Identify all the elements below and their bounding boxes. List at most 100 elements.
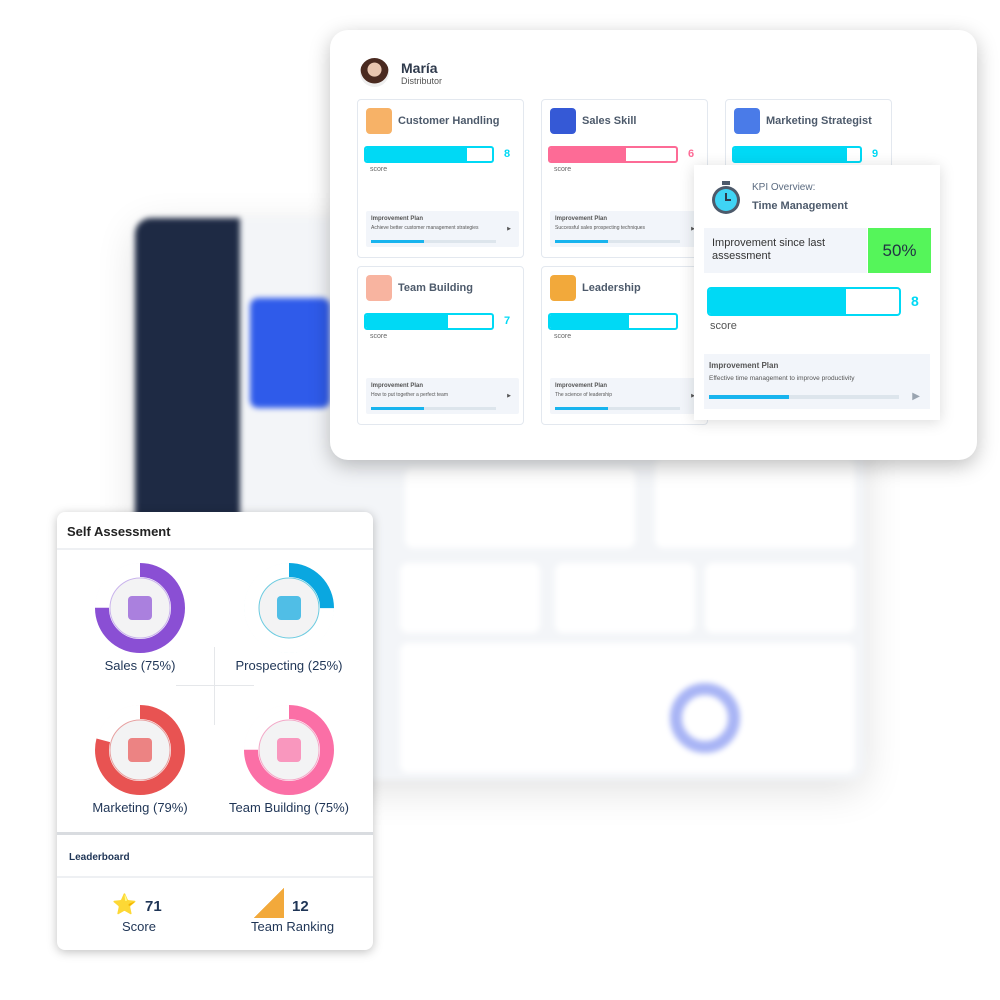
plan-progress <box>555 240 680 243</box>
category-icon <box>128 596 152 620</box>
plan-text: Achieve better customer management strat… <box>371 225 479 231</box>
team-building-icon <box>366 275 392 301</box>
skill-card[interactable]: Sales Skill 6 score Improvement Plan Succ… <box>541 99 708 258</box>
blurred-panel <box>555 563 695 633</box>
play-icon[interactable]: ▶ <box>912 391 920 402</box>
skill-title: Marketing Strategist <box>766 115 872 127</box>
plan-progress <box>371 407 496 410</box>
plan-text: Effective time management to improve pro… <box>709 375 855 382</box>
skill-score-value: 8 <box>504 148 511 160</box>
sidebar-blurred <box>135 218 240 518</box>
category-icon <box>277 596 301 620</box>
divider <box>176 685 254 686</box>
skill-score-label: score <box>554 333 572 340</box>
plan-title: Improvement Plan <box>371 216 424 222</box>
skill-card[interactable]: Team Building 7 score Improvement Plan Ho… <box>357 266 524 425</box>
skill-score-label: score <box>554 166 572 173</box>
improvement-plan[interactable]: Improvement Plan Achieve better customer … <box>366 211 519 247</box>
skill-score-value: 6 <box>688 148 695 160</box>
blurred-panel <box>400 643 855 773</box>
plan-text: The science of leadership <box>555 392 612 398</box>
star-hand-icon: ⭐ <box>112 894 137 916</box>
skill-score-label: score <box>370 333 388 340</box>
plan-progress <box>709 395 899 399</box>
play-icon[interactable]: ▶ <box>507 226 511 232</box>
improvement-plan[interactable]: Improvement Plan The science of leadershi… <box>550 378 703 414</box>
kpi-heading: KPI Overview: <box>752 182 816 193</box>
skill-score-value: 7 <box>504 315 511 327</box>
donut-chart <box>95 563 185 653</box>
skill-title: Customer Handling <box>398 115 500 127</box>
team-ranking-label: Team Ranking <box>251 919 335 934</box>
plan-text: How to put together a perfect team <box>371 392 448 398</box>
donut-label: Team Building (75%) <box>229 800 349 815</box>
kpi-improvement-plan[interactable]: Improvement Plan Effective time manageme… <box>704 354 930 409</box>
skill-title: Leadership <box>582 282 641 294</box>
blurred-panel <box>655 458 855 548</box>
skill-score-bar <box>732 146 862 163</box>
blurred-panel <box>405 468 635 548</box>
leaderboard-title: Leaderboard <box>69 852 130 863</box>
skill-card[interactable]: Customer Handling 8 score Improvement Pl… <box>357 99 524 258</box>
skill-score-bar <box>548 146 678 163</box>
donut-label: Marketing (79%) <box>92 800 188 815</box>
blurred-banner <box>250 298 330 408</box>
improvement-label: Improvement since last assessment <box>704 228 867 273</box>
donut-chart <box>244 705 334 795</box>
self-assessment-title: Self Assessment <box>67 524 171 539</box>
plan-title: Improvement Plan <box>371 383 424 389</box>
assessment-donut[interactable]: Team Building (75%) <box>214 704 364 815</box>
customer-handling-icon <box>366 108 392 134</box>
donut-chart <box>95 705 185 795</box>
plan-progress <box>371 240 496 243</box>
leaderboard-score-value: 71 <box>145 898 162 915</box>
skill-title: Team Building <box>398 282 473 294</box>
user-role: Distributor <box>401 75 443 86</box>
improvement-plan[interactable]: Improvement Plan Successful sales prospec… <box>550 211 703 247</box>
blurred-donut <box>670 683 740 753</box>
assessment-donut[interactable]: Sales (75%) <box>65 562 215 673</box>
marketing-icon <box>734 108 760 134</box>
divider <box>57 876 373 878</box>
stopwatch-icon <box>710 181 742 215</box>
donut-label: Sales (75%) <box>104 658 176 673</box>
plan-title: Improvement Plan <box>555 383 608 389</box>
leadership-icon <box>550 275 576 301</box>
blurred-panel <box>705 563 855 633</box>
kpi-score-value: 8 <box>911 293 919 309</box>
donut-label: Prospecting (25%) <box>235 658 343 673</box>
play-icon[interactable]: ▶ <box>507 393 511 399</box>
kpi-title: Time Management <box>752 200 848 212</box>
improvement-plan[interactable]: Improvement Plan How to put together a pe… <box>366 378 519 414</box>
skill-card[interactable]: Leadership score Improvement Plan The sci… <box>541 266 708 425</box>
kpi-score-label: score <box>710 320 737 332</box>
skill-score-bar <box>364 313 494 330</box>
sales-chart-icon <box>550 108 576 134</box>
skill-score-label: score <box>370 166 388 173</box>
team-ranking-value: 12 <box>292 898 309 915</box>
category-icon <box>128 738 152 762</box>
kpi-score-bar <box>707 287 901 316</box>
blurred-panel <box>400 563 540 633</box>
leaderboard-score-label: Score <box>122 919 156 934</box>
skill-title: Sales Skill <box>582 115 637 127</box>
skill-score-bar <box>548 313 678 330</box>
user-profile[interactable]: María Distributor <box>360 58 442 87</box>
user-name: María <box>401 59 438 76</box>
plan-title: Improvement Plan <box>555 216 608 222</box>
assessment-donut[interactable]: Marketing (79%) <box>65 704 215 815</box>
assessment-donut[interactable]: Prospecting (25%) <box>214 562 364 673</box>
kpi-overview-panel: KPI Overview: Time Management Improvemen… <box>694 165 940 420</box>
climbing-icon <box>254 888 284 918</box>
plan-text: Successful sales prospecting techniques <box>555 225 646 231</box>
category-icon <box>277 738 301 762</box>
donut-chart <box>244 563 334 653</box>
divider <box>57 548 373 550</box>
improvement-value: 50% <box>868 228 931 273</box>
avatar <box>360 58 389 87</box>
divider <box>57 832 373 835</box>
self-assessment-card: Self Assessment Sales (75%) Prospecting … <box>57 512 373 950</box>
skill-score-value: 9 <box>872 148 879 160</box>
plan-title: Improvement Plan <box>709 361 779 370</box>
plan-progress <box>555 407 680 410</box>
